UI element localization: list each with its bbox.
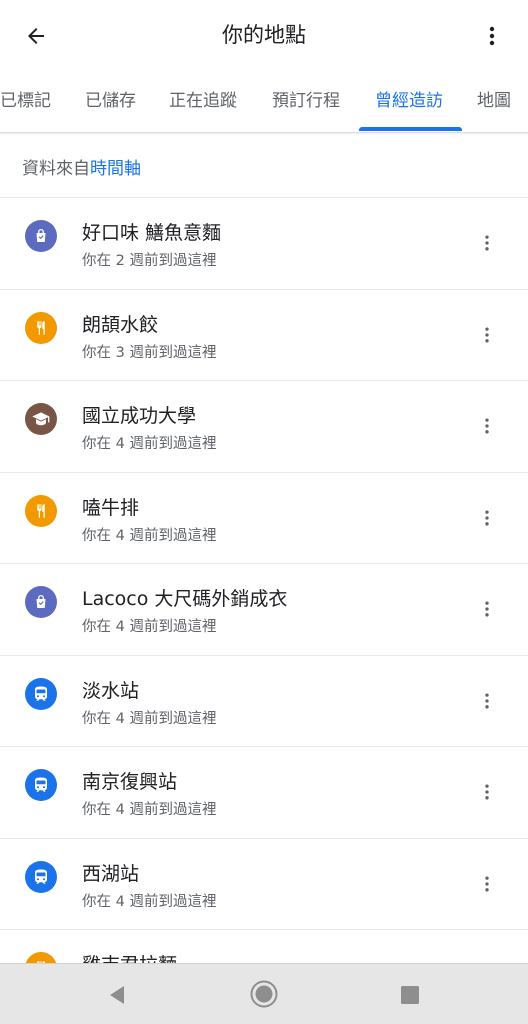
more-vert-icon — [485, 418, 489, 434]
place-more-button[interactable] — [472, 320, 502, 350]
fork-knife-icon — [25, 311, 57, 344]
place-more-button[interactable] — [472, 777, 502, 807]
tab-maps[interactable]: 地圖 — [477, 70, 511, 132]
tab-saved[interactable]: 已儲存 — [85, 70, 136, 132]
visit-time: 你在 3 週前到過這裡 — [82, 344, 217, 361]
place-name: 朗頡水餃 — [82, 313, 159, 336]
place-more-button[interactable] — [472, 869, 502, 899]
place-name: 好口味 鱔魚意麵 — [82, 222, 222, 244]
train-icon — [25, 677, 57, 710]
shopping-bag-icon — [25, 586, 57, 618]
tab-labeled[interactable]: 已標記 — [0, 70, 51, 132]
place-row[interactable]: 好口味 鱔魚意麵 你在 2 週前到過這裡 — [0, 198, 528, 290]
fork-knife-icon — [25, 494, 57, 527]
place-more-button[interactable] — [472, 594, 502, 624]
more-vert-icon — [485, 693, 489, 708]
page-title: 你的地點 — [222, 23, 306, 47]
more-vert-icon — [485, 510, 489, 525]
tab-reservations[interactable]: 預訂行程 — [272, 70, 340, 132]
place-name: 淡水站 — [82, 679, 140, 702]
train-icon — [25, 860, 57, 893]
graduation-cap-icon — [25, 403, 57, 435]
top-app-bar: 你的地點 — [0, 0, 528, 70]
visit-time: 你在 2 週前到過這裡 — [82, 253, 217, 269]
nav-back-button[interactable] — [103, 981, 131, 1009]
overflow-menu-button[interactable] — [470, 14, 514, 58]
visited-places-list: 好口味 鱔魚意麵 你在 2 週前到過這裡 朗頡水餃 你在 3 週前到過這裡 國立… — [0, 198, 528, 970]
visit-time: 你在 4 週前到過這裡 — [82, 802, 217, 818]
nav-recent-square-icon — [401, 986, 419, 1004]
more-vert-icon — [485, 601, 489, 617]
shopping-bag-icon — [25, 220, 57, 252]
place-name: 嗑牛排 — [82, 496, 140, 519]
visit-time: 你在 4 週前到過這裡 — [82, 710, 217, 727]
source-prefix: 資料來自 — [22, 159, 90, 179]
more-vert-icon — [489, 26, 495, 46]
place-row[interactable]: Lacoco 大尺碼外銷成衣 你在 4 週前到過這裡 — [0, 564, 528, 656]
place-name: 南京復興站 — [82, 771, 178, 793]
visit-time: 你在 4 週前到過這裡 — [82, 619, 217, 635]
place-row[interactable]: 淡水站 你在 4 週前到過這裡 — [0, 656, 528, 747]
timeline-link[interactable]: 時間軸 — [90, 159, 141, 179]
more-vert-icon — [485, 327, 489, 342]
place-more-button[interactable] — [472, 228, 502, 258]
place-more-button[interactable] — [472, 686, 502, 716]
place-name: Lacoco 大尺碼外銷成衣 — [82, 588, 288, 610]
app-root: 你的地點 已標記 已儲存 正在追蹤 預訂行程 曾經造訪 地圖 資料來自時間軸 好… — [0, 0, 528, 1024]
active-tab-indicator — [359, 127, 462, 131]
nav-home-button[interactable] — [248, 978, 280, 1010]
tab-bar: 已標記 已儲存 正在追蹤 預訂行程 曾經造訪 地圖 — [0, 70, 528, 133]
visit-time: 你在 4 週前到過這裡 — [82, 527, 217, 544]
nav-recent-button[interactable] — [396, 981, 424, 1009]
place-name: 西湖站 — [82, 862, 140, 885]
data-source-line: 資料來自時間軸 — [22, 154, 141, 179]
place-more-button[interactable] — [472, 503, 502, 533]
tab-following[interactable]: 正在追蹤 — [169, 70, 237, 132]
tab-visited[interactable]: 曾經造訪 — [375, 70, 443, 132]
more-vert-icon — [485, 876, 489, 891]
place-name: 國立成功大學 — [82, 405, 197, 427]
more-vert-icon — [485, 235, 489, 251]
place-row[interactable]: 西湖站 你在 4 週前到過這裡 — [0, 839, 528, 930]
system-nav-bar — [0, 963, 528, 1024]
place-row[interactable]: 國立成功大學 你在 4 週前到過這裡 — [0, 381, 528, 473]
place-row[interactable]: 南京復興站 你在 4 週前到過這裡 — [0, 747, 528, 839]
place-more-button[interactable] — [472, 411, 502, 441]
more-vert-icon — [485, 784, 489, 800]
visit-time: 你在 4 週前到過這裡 — [82, 436, 217, 452]
place-row[interactable]: 朗頡水餃 你在 3 週前到過這裡 — [0, 290, 528, 381]
nav-home-circle-icon — [250, 980, 278, 1008]
place-row[interactable]: 嗑牛排 你在 4 週前到過這裡 — [0, 473, 528, 564]
nav-back-triangle-icon — [110, 986, 124, 1004]
visit-time: 你在 4 週前到過這裡 — [82, 893, 217, 910]
train-icon — [25, 769, 57, 801]
